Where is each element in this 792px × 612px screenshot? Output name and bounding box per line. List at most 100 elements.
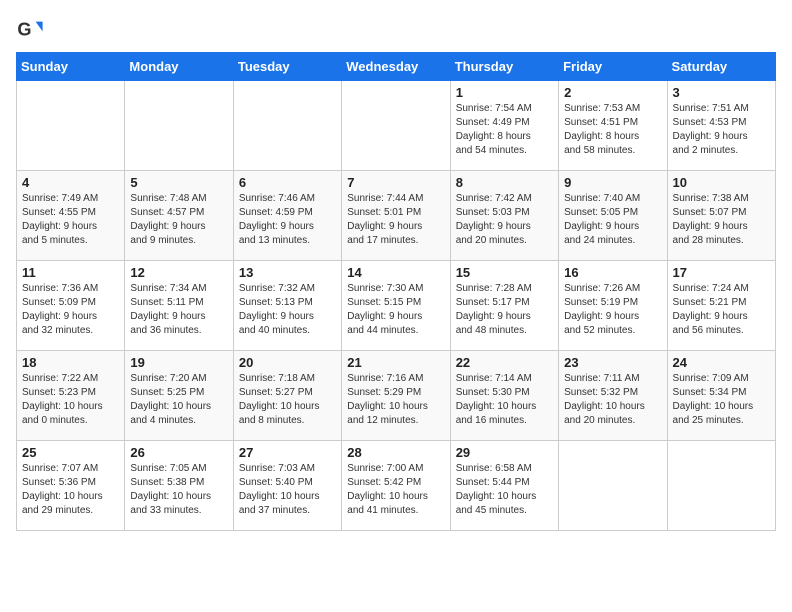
day-info: Sunrise: 7:44 AMSunset: 5:01 PMDaylight:…: [347, 192, 444, 248]
calendar-cell: 12Sunrise: 7:34 AMSunset: 5:11 PMDayligh…: [125, 261, 233, 351]
calendar-cell: 21 Sunrise: 7:16 AMSunset: 5:29 PMDayligh…: [342, 351, 450, 441]
day-number: 29: [456, 445, 553, 460]
column-header-saturday: Saturday: [667, 53, 775, 81]
calendar-week-3: 11Sunrise: 7:36 AMSunset: 5:09 PMDayligh…: [17, 261, 776, 351]
calendar-cell: 19Sunrise: 7:20 AMSunset: 5:25 PMDayligh…: [125, 351, 233, 441]
day-info: Sunrise: 7:28 AMSunset: 5:17 PMDaylight:…: [456, 282, 553, 338]
day-number: 20: [239, 355, 336, 370]
calendar-cell: 3 Sunrise: 7:51 AMSunset: 4:53 PMDaylight…: [667, 81, 775, 171]
calendar-cell: 8Sunrise: 7:42 AMSunset: 5:03 PMDaylight…: [450, 171, 558, 261]
calendar-cell: 27 Sunrise: 7:03 AMSunset: 5:40 PMDayligh…: [233, 441, 341, 531]
calendar-week-5: 25Sunrise: 7:07 AMSunset: 5:36 PMDayligh…: [17, 441, 776, 531]
svg-text:G: G: [17, 20, 31, 40]
header: G: [16, 16, 776, 44]
logo-icon: G: [16, 16, 44, 44]
calendar-cell: 7Sunrise: 7:44 AMSunset: 5:01 PMDaylight…: [342, 171, 450, 261]
column-header-sunday: Sunday: [17, 53, 125, 81]
day-number: 27: [239, 445, 336, 460]
day-number: 28: [347, 445, 444, 460]
logo: G: [16, 16, 46, 44]
calendar-cell: 9 Sunrise: 7:40 AMSunset: 5:05 PMDaylight…: [559, 171, 667, 261]
day-number: 16: [564, 265, 661, 280]
day-number: 9: [564, 175, 661, 190]
column-header-wednesday: Wednesday: [342, 53, 450, 81]
day-number: 10: [673, 175, 770, 190]
day-info: Sunrise: 7:46 AMSunset: 4:59 PMDaylight:…: [239, 192, 336, 248]
day-number: 15: [456, 265, 553, 280]
calendar-cell: 17 Sunrise: 7:24 AMSunset: 5:21 PMDayligh…: [667, 261, 775, 351]
day-info: Sunrise: 7:22 AMSunset: 5:23 PMDaylight:…: [22, 372, 119, 428]
calendar-cell: 13 Sunrise: 7:32 AMSunset: 5:13 PMDayligh…: [233, 261, 341, 351]
calendar-cell: [667, 441, 775, 531]
calendar-cell: 28Sunrise: 7:00 AMSunset: 5:42 PMDayligh…: [342, 441, 450, 531]
day-info: Sunrise: 7:11 AMSunset: 5:32 PMDaylight:…: [564, 372, 661, 428]
day-info: Sunrise: 7:16 AMSunset: 5:29 PMDaylight:…: [347, 372, 444, 428]
calendar-cell: 22Sunrise: 7:14 AMSunset: 5:30 PMDayligh…: [450, 351, 558, 441]
column-header-friday: Friday: [559, 53, 667, 81]
calendar-cell: 14 Sunrise: 7:30 AMSunset: 5:15 PMDayligh…: [342, 261, 450, 351]
day-number: 1: [456, 85, 553, 100]
calendar-cell: 26 Sunrise: 7:05 AMSunset: 5:38 PMDayligh…: [125, 441, 233, 531]
column-header-tuesday: Tuesday: [233, 53, 341, 81]
calendar-cell: 2Sunrise: 7:53 AMSunset: 4:51 PMDaylight…: [559, 81, 667, 171]
calendar-cell: [342, 81, 450, 171]
day-number: 6: [239, 175, 336, 190]
calendar-cell: [17, 81, 125, 171]
day-number: 24: [673, 355, 770, 370]
day-info: Sunrise: 7:26 AMSunset: 5:19 PMDaylight:…: [564, 282, 661, 338]
calendar-cell: 23 Sunrise: 7:11 AMSunset: 5:32 PMDayligh…: [559, 351, 667, 441]
day-number: 23: [564, 355, 661, 370]
day-number: 2: [564, 85, 661, 100]
day-info: Sunrise: 7:05 AMSunset: 5:38 PMDaylight:…: [130, 462, 227, 518]
calendar-cell: 15 Sunrise: 7:28 AMSunset: 5:17 PMDayligh…: [450, 261, 558, 351]
day-info: Sunrise: 7:40 AMSunset: 5:05 PMDaylight:…: [564, 192, 661, 248]
day-info: Sunrise: 7:49 AMSunset: 4:55 PMDaylight:…: [22, 192, 119, 248]
column-header-thursday: Thursday: [450, 53, 558, 81]
calendar-cell: 11Sunrise: 7:36 AMSunset: 5:09 PMDayligh…: [17, 261, 125, 351]
calendar-cell: 6 Sunrise: 7:46 AMSunset: 4:59 PMDaylight…: [233, 171, 341, 261]
calendar-cell: 5 Sunrise: 7:48 AMSunset: 4:57 PMDaylight…: [125, 171, 233, 261]
day-info: Sunrise: 7:03 AMSunset: 5:40 PMDaylight:…: [239, 462, 336, 518]
day-number: 21: [347, 355, 444, 370]
day-number: 14: [347, 265, 444, 280]
day-number: 26: [130, 445, 227, 460]
calendar-header: SundayMondayTuesdayWednesdayThursdayFrid…: [17, 53, 776, 81]
day-info: Sunrise: 7:18 AMSunset: 5:27 PMDaylight:…: [239, 372, 336, 428]
calendar-cell: 29 Sunrise: 6:58 AMSunset: 5:44 PMDayligh…: [450, 441, 558, 531]
day-info: Sunrise: 7:51 AMSunset: 4:53 PMDaylight:…: [673, 102, 770, 158]
calendar-cell: 18 Sunrise: 7:22 AMSunset: 5:23 PMDayligh…: [17, 351, 125, 441]
day-number: 8: [456, 175, 553, 190]
day-number: 5: [130, 175, 227, 190]
day-number: 18: [22, 355, 119, 370]
calendar-cell: [559, 441, 667, 531]
day-info: Sunrise: 7:20 AMSunset: 5:25 PMDaylight:…: [130, 372, 227, 428]
day-number: 17: [673, 265, 770, 280]
day-info: Sunrise: 7:54 AMSunset: 4:49 PMDaylight:…: [456, 102, 553, 158]
calendar-week-1: 1 Sunrise: 7:54 AMSunset: 4:49 PMDaylight…: [17, 81, 776, 171]
day-info: Sunrise: 7:32 AMSunset: 5:13 PMDaylight:…: [239, 282, 336, 338]
day-info: Sunrise: 7:38 AMSunset: 5:07 PMDaylight:…: [673, 192, 770, 248]
calendar-cell: 24 Sunrise: 7:09 AMSunset: 5:34 PMDayligh…: [667, 351, 775, 441]
day-info: Sunrise: 7:48 AMSunset: 4:57 PMDaylight:…: [130, 192, 227, 248]
day-number: 3: [673, 85, 770, 100]
day-info: Sunrise: 7:30 AMSunset: 5:15 PMDaylight:…: [347, 282, 444, 338]
calendar-week-4: 18 Sunrise: 7:22 AMSunset: 5:23 PMDayligh…: [17, 351, 776, 441]
day-info: Sunrise: 7:14 AMSunset: 5:30 PMDaylight:…: [456, 372, 553, 428]
calendar-cell: 10 Sunrise: 7:38 AMSunset: 5:07 PMDayligh…: [667, 171, 775, 261]
calendar-cell: 16 Sunrise: 7:26 AMSunset: 5:19 PMDayligh…: [559, 261, 667, 351]
calendar-cell: 25Sunrise: 7:07 AMSunset: 5:36 PMDayligh…: [17, 441, 125, 531]
day-info: Sunrise: 7:09 AMSunset: 5:34 PMDaylight:…: [673, 372, 770, 428]
day-number: 4: [22, 175, 119, 190]
day-info: Sunrise: 7:24 AMSunset: 5:21 PMDaylight:…: [673, 282, 770, 338]
calendar-cell: 20 Sunrise: 7:18 AMSunset: 5:27 PMDayligh…: [233, 351, 341, 441]
calendar-cell: [125, 81, 233, 171]
day-info: Sunrise: 7:34 AMSunset: 5:11 PMDaylight:…: [130, 282, 227, 338]
day-info: Sunrise: 6:58 AMSunset: 5:44 PMDaylight:…: [456, 462, 553, 518]
day-number: 25: [22, 445, 119, 460]
calendar-cell: 1 Sunrise: 7:54 AMSunset: 4:49 PMDaylight…: [450, 81, 558, 171]
calendar-cell: [233, 81, 341, 171]
day-number: 13: [239, 265, 336, 280]
calendar-cell: 4 Sunrise: 7:49 AMSunset: 4:55 PMDaylight…: [17, 171, 125, 261]
calendar-table: SundayMondayTuesdayWednesdayThursdayFrid…: [16, 52, 776, 531]
day-info: Sunrise: 7:36 AMSunset: 5:09 PMDaylight:…: [22, 282, 119, 338]
